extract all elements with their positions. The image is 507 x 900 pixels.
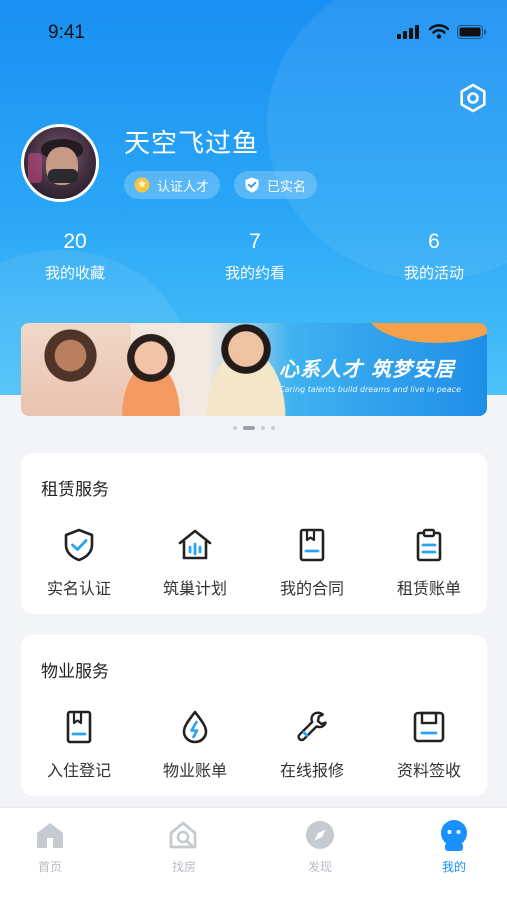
tab-home[interactable]: 首页 — [10, 818, 90, 875]
home-icon — [37, 823, 63, 848]
tab-mine[interactable]: 我的 — [414, 818, 494, 875]
stats-row: 20 我的收藏 7 我的约看 6 我的活动 — [0, 230, 507, 300]
stat-appointments[interactable]: 7 我的约看 — [205, 230, 305, 283]
badge-label: 认证人才 — [157, 179, 210, 195]
tab-find-house[interactable]: 找房 — [144, 818, 224, 875]
service-label: 入住登记 — [46, 761, 111, 780]
signal-icon — [397, 24, 419, 39]
tab-discover[interactable]: 发现 — [280, 818, 360, 875]
battery-icon — [457, 24, 486, 39]
verified-badge: 已实名 — [234, 171, 318, 199]
shield-check-icon — [245, 177, 259, 193]
promo-banner[interactable]: 心系人才 筑梦安居 Caring talents build dreams an… — [21, 323, 487, 416]
service-rent-bill[interactable]: 租赁账单 — [371, 527, 487, 599]
compass-icon — [306, 821, 334, 849]
banner-photo — [106, 333, 196, 416]
user-name: 天空飞过鱼 — [124, 129, 260, 159]
service-label: 筑巢计划 — [162, 579, 227, 598]
status-time: 9:41 — [48, 22, 85, 43]
utility-drop-icon — [182, 710, 208, 744]
stat-label: 我的活动 — [403, 264, 464, 282]
service-label: 在线报修 — [279, 761, 344, 780]
profile-icon — [441, 820, 467, 851]
service-my-contract[interactable]: 我的合同 — [254, 527, 370, 599]
property-services-card: 物业服务 入住登记 物业账单 在线报修 资料签收 — [21, 635, 487, 796]
status-icons — [397, 24, 487, 39]
tab-label: 发现 — [307, 860, 332, 874]
service-check-in[interactable]: 入住登记 — [21, 709, 137, 781]
stat-favorites[interactable]: 20 我的收藏 — [25, 230, 125, 283]
shield-check-icon — [64, 528, 94, 562]
status-bar: 9:41 — [0, 0, 507, 60]
wifi-icon — [429, 24, 449, 39]
user-badges: 认证人才 已实名 — [124, 171, 318, 199]
section-title: 物业服务 — [41, 662, 109, 682]
service-nest-plan[interactable]: 筑巢计划 — [137, 527, 253, 599]
banner-title: 心系人才 筑梦安居 — [279, 357, 455, 381]
stat-activities[interactable]: 6 我的活动 — [384, 230, 484, 283]
service-label: 租赁账单 — [396, 579, 461, 598]
stat-value: 20 — [63, 230, 87, 253]
service-real-name[interactable]: 实名认证 — [21, 527, 137, 599]
house-icon — [178, 529, 212, 560]
tab-label: 找房 — [171, 860, 196, 874]
tab-label: 我的 — [441, 860, 466, 874]
service-label: 资料签收 — [396, 761, 461, 780]
tab-label: 首页 — [37, 860, 62, 874]
stat-label: 我的收藏 — [44, 264, 105, 282]
rental-services-card: 租赁服务 实名认证 筑巢计划 我的合同 租赁账单 — [21, 453, 487, 614]
search-house-icon — [169, 821, 197, 849]
settings-icon[interactable] — [457, 82, 489, 114]
contract-icon — [299, 528, 325, 562]
service-label: 物业账单 — [162, 761, 227, 780]
section-title: 租赁服务 — [41, 480, 109, 500]
save-icon — [413, 711, 445, 743]
talent-badge: 认证人才 — [124, 171, 221, 199]
banner-subtitle: Caring talents build dreams and live in … — [279, 385, 461, 394]
badge-label: 已实名 — [267, 179, 307, 195]
avatar[interactable] — [21, 124, 99, 202]
service-online-repair[interactable]: 在线报修 — [254, 709, 370, 781]
service-label: 实名认证 — [46, 579, 111, 598]
bottom-tab-bar: 首页 找房 发现 我的 — [0, 807, 507, 900]
wrench-icon — [297, 711, 327, 742]
service-doc-receipt[interactable]: 资料签收 — [371, 709, 487, 781]
bookmark-icon — [66, 710, 92, 744]
stat-value: 6 — [428, 230, 440, 253]
stat-label: 我的约看 — [224, 264, 285, 282]
gear-icon — [134, 177, 150, 193]
stat-value: 7 — [249, 230, 261, 253]
clipboard-icon — [416, 528, 442, 562]
service-label: 我的合同 — [279, 579, 344, 598]
carousel-indicator — [0, 426, 507, 430]
service-property-bill[interactable]: 物业账单 — [137, 709, 253, 781]
